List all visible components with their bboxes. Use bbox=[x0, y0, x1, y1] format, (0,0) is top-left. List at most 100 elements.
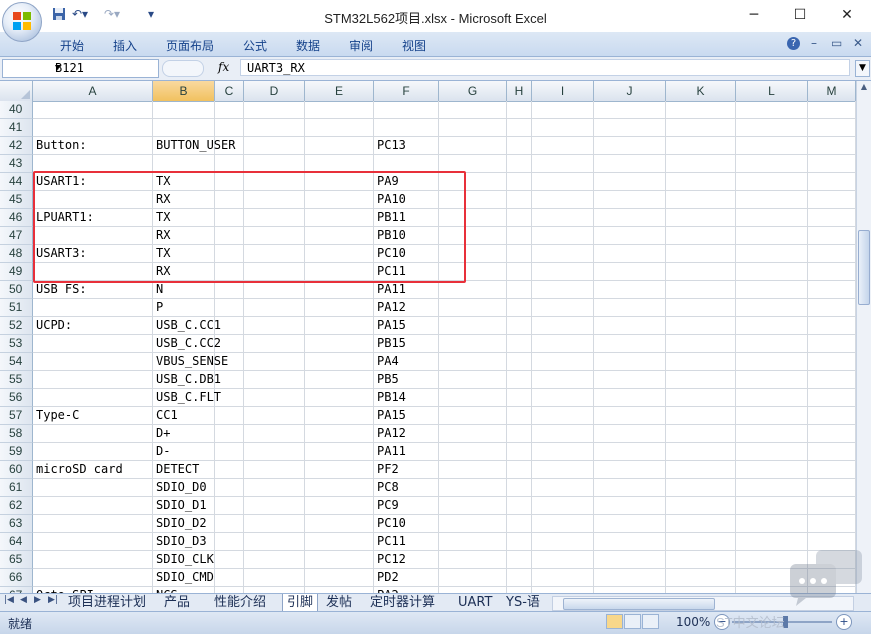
cell-c[interactable] bbox=[215, 245, 244, 263]
cell-h[interactable] bbox=[507, 137, 532, 155]
row-header[interactable]: 57 bbox=[0, 407, 33, 425]
cell-j[interactable] bbox=[594, 461, 666, 479]
cell-e[interactable] bbox=[305, 515, 374, 533]
cell-g[interactable] bbox=[439, 137, 507, 155]
cell-d[interactable] bbox=[244, 407, 305, 425]
cell-i[interactable] bbox=[532, 227, 594, 245]
cell-f[interactable] bbox=[374, 101, 439, 119]
cell-k[interactable] bbox=[666, 497, 736, 515]
cell-l[interactable] bbox=[736, 137, 808, 155]
cell-d[interactable] bbox=[244, 389, 305, 407]
formula-input[interactable]: UART3_RX bbox=[240, 59, 850, 76]
cell-d[interactable] bbox=[244, 497, 305, 515]
first-sheet-icon[interactable]: |◀ bbox=[4, 595, 14, 605]
cell-g[interactable] bbox=[439, 443, 507, 461]
cell-g[interactable] bbox=[439, 407, 507, 425]
row-header[interactable]: 44 bbox=[0, 173, 33, 191]
cell-a[interactable] bbox=[33, 551, 153, 569]
cell-g[interactable] bbox=[439, 551, 507, 569]
cell-a[interactable]: microSD card bbox=[33, 461, 153, 479]
scroll-up-arrow-icon[interactable]: ▲ bbox=[858, 82, 870, 96]
cell-l[interactable] bbox=[736, 443, 808, 461]
cell-a[interactable] bbox=[33, 101, 153, 119]
cell-j[interactable] bbox=[594, 479, 666, 497]
cell-b[interactable]: RX bbox=[153, 191, 215, 209]
cell-c[interactable] bbox=[215, 299, 244, 317]
close-button[interactable]: ✕ bbox=[833, 4, 861, 26]
cell-m[interactable] bbox=[808, 443, 856, 461]
cell-m[interactable] bbox=[808, 119, 856, 137]
cell-d[interactable] bbox=[244, 515, 305, 533]
doc-minimize-button[interactable]: – bbox=[811, 36, 817, 50]
cell-l[interactable] bbox=[736, 191, 808, 209]
cell-a[interactable]: USART1: bbox=[33, 173, 153, 191]
cell-m[interactable] bbox=[808, 371, 856, 389]
cell-j[interactable] bbox=[594, 137, 666, 155]
cell-b[interactable]: VBUS_SENSE bbox=[153, 353, 228, 371]
cell-g[interactable] bbox=[439, 101, 507, 119]
page-break-view-icon[interactable] bbox=[642, 614, 659, 629]
cell-h[interactable] bbox=[507, 209, 532, 227]
cell-m[interactable] bbox=[808, 299, 856, 317]
cell-g[interactable] bbox=[439, 497, 507, 515]
cell-h[interactable] bbox=[507, 317, 532, 335]
column-header-i[interactable]: I bbox=[532, 81, 594, 101]
column-header-j[interactable]: J bbox=[594, 81, 666, 101]
expand-formula-bar-icon[interactable]: ▼ bbox=[855, 60, 870, 77]
chevron-down-icon[interactable]: ▼ bbox=[55, 60, 156, 77]
formula-bar-divider-handle[interactable] bbox=[162, 60, 204, 77]
cell-h[interactable] bbox=[507, 371, 532, 389]
cell-l[interactable] bbox=[736, 317, 808, 335]
cell-m[interactable] bbox=[808, 461, 856, 479]
cell-h[interactable] bbox=[507, 407, 532, 425]
column-header-b[interactable]: B bbox=[153, 81, 215, 101]
cell-b[interactable]: DETECT bbox=[153, 461, 215, 479]
cell-e[interactable] bbox=[305, 119, 374, 137]
cell-h[interactable] bbox=[507, 551, 532, 569]
row-header[interactable]: 52 bbox=[0, 317, 33, 335]
cell-k[interactable] bbox=[666, 119, 736, 137]
cell-g[interactable] bbox=[439, 173, 507, 191]
cell-i[interactable] bbox=[532, 101, 594, 119]
cell-c[interactable] bbox=[215, 317, 244, 335]
cell-g[interactable] bbox=[439, 227, 507, 245]
cell-i[interactable] bbox=[532, 299, 594, 317]
cell-j[interactable] bbox=[594, 443, 666, 461]
cell-k[interactable] bbox=[666, 101, 736, 119]
cell-k[interactable] bbox=[666, 245, 736, 263]
cell-c[interactable] bbox=[215, 173, 244, 191]
row-header[interactable]: 61 bbox=[0, 479, 33, 497]
cell-c[interactable] bbox=[215, 101, 244, 119]
cell-g[interactable] bbox=[439, 353, 507, 371]
cell-m[interactable] bbox=[808, 227, 856, 245]
cell-k[interactable] bbox=[666, 479, 736, 497]
cell-c[interactable] bbox=[215, 533, 244, 551]
cell-i[interactable] bbox=[532, 173, 594, 191]
cell-e[interactable] bbox=[305, 371, 374, 389]
cell-h[interactable] bbox=[507, 101, 532, 119]
cell-f[interactable]: PA10 bbox=[374, 191, 439, 209]
cell-m[interactable] bbox=[808, 389, 856, 407]
cell-i[interactable] bbox=[532, 533, 594, 551]
cell-f[interactable]: PB10 bbox=[374, 227, 439, 245]
cell-b[interactable]: USB_C.FLT bbox=[153, 389, 221, 407]
cell-l[interactable] bbox=[736, 461, 808, 479]
cell-k[interactable] bbox=[666, 533, 736, 551]
cell-a[interactable] bbox=[33, 263, 153, 281]
cell-m[interactable] bbox=[808, 173, 856, 191]
cell-m[interactable] bbox=[808, 209, 856, 227]
cell-g[interactable] bbox=[439, 425, 507, 443]
cell-f[interactable] bbox=[374, 119, 439, 137]
cell-i[interactable] bbox=[532, 281, 594, 299]
cell-l[interactable] bbox=[736, 101, 808, 119]
cell-l[interactable] bbox=[736, 281, 808, 299]
tab-insert[interactable]: 插入 bbox=[113, 37, 137, 54]
cell-f[interactable]: PC11 bbox=[374, 263, 439, 281]
cell-j[interactable] bbox=[594, 245, 666, 263]
cell-f[interactable]: PB14 bbox=[374, 389, 439, 407]
sheet-tab[interactable]: 定时器计算 bbox=[366, 594, 439, 611]
cell-g[interactable] bbox=[439, 245, 507, 263]
cell-h[interactable] bbox=[507, 479, 532, 497]
cell-f[interactable]: PC12 bbox=[374, 551, 439, 569]
cell-l[interactable] bbox=[736, 389, 808, 407]
